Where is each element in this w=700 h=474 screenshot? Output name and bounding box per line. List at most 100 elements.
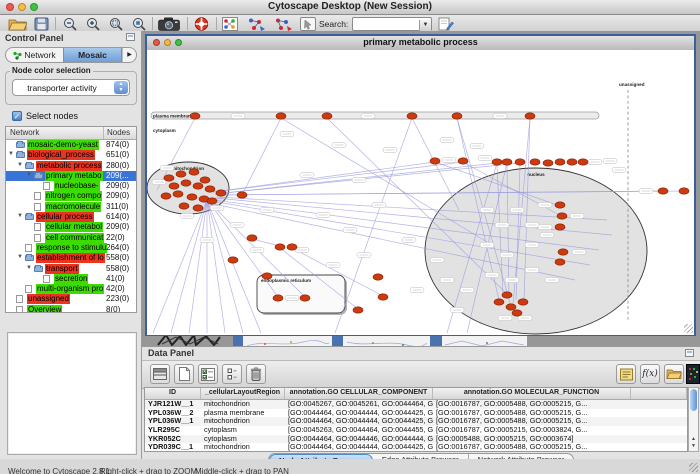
table-cell[interactable]: [GO:0044464, GO:0044444, GO:0044425, G..… — [285, 417, 433, 426]
network-view-titlebar[interactable]: primary metabolic process — [147, 36, 694, 51]
table-cell[interactable]: [GO:0016787, GO:0005488, GO:0005215, G..… — [433, 409, 631, 418]
function-builder-icon[interactable]: f(x) — [640, 364, 660, 384]
network-view-window[interactable]: primary metabolic process plasma membran… — [145, 34, 696, 336]
tree-row[interactable]: Overview8(0) — [6, 305, 136, 313]
search-input[interactable]: ▼ — [352, 17, 432, 31]
vizmapper-icon[interactable] — [222, 17, 238, 31]
select-attributes-icon[interactable] — [150, 364, 170, 384]
color-attribute-dropdown[interactable]: transporter activity ▲▼ — [12, 79, 130, 96]
table-cell[interactable]: mitochondrion — [201, 400, 285, 409]
background-window-fragment[interactable] — [332, 335, 343, 346]
tree-expand-arrow-icon[interactable]: ▼ — [26, 172, 32, 178]
table-cell[interactable]: [GO:0016787, GO:0005488, GO:0005215, G..… — [433, 443, 631, 452]
zoom-in-icon[interactable] — [86, 17, 101, 31]
scrollbar-thumb[interactable] — [690, 389, 697, 411]
tree-row[interactable]: ▼establishment of lo558(0) — [6, 253, 136, 263]
table-row[interactable]: YLR295Ccytoplasm[GO:0045263, GO:0044464,… — [145, 426, 687, 435]
table-row[interactable]: YPL036W__2plasma membrane[GO:0044464, GO… — [145, 409, 687, 418]
table-cell[interactable]: [GO:0016787, GO:0005488, GO:0005215, G..… — [433, 400, 631, 409]
table-column-header[interactable]: annotation.GO MOLECULAR_FUNCTION — [433, 388, 631, 399]
attribute-table-header[interactable]: ID_cellularLayoutRegionannotation.GO CEL… — [145, 388, 687, 400]
tree-row[interactable]: ▼transport558(0) — [6, 264, 136, 274]
save-session-icon[interactable] — [34, 17, 49, 31]
table-cell[interactable]: [GO:0016787, GO:0005488, GO:0005215, G..… — [433, 417, 631, 426]
table-scrollbar[interactable]: ▲▼ — [688, 387, 699, 452]
table-cell[interactable]: YJR121W__1 — [145, 400, 201, 409]
network-canvas[interactable]: plasma membranecytoplasmmitochondrionnuc… — [147, 50, 694, 335]
table-cell[interactable]: YPL036W__2 — [145, 409, 201, 418]
attribute-matrix-icon[interactable] — [686, 364, 700, 384]
table-cell[interactable]: [GO:0045263, GO:0044464, GO:0044455, G..… — [285, 426, 433, 435]
float-panel-icon[interactable] — [126, 33, 135, 41]
view-resize-grip[interactable] — [684, 324, 693, 333]
window-resize-grip[interactable] — [689, 463, 698, 472]
delete-attribute-trash-icon[interactable] — [246, 364, 266, 384]
table-cell[interactable]: [GO:0005488, GO:0005215, GO:0003674] — [433, 435, 631, 444]
table-column-header[interactable]: annotation.GO CELLULAR_COMPONENT — [285, 388, 433, 399]
attribute-table[interactable]: ID_cellularLayoutRegionannotation.GO CEL… — [144, 387, 688, 452]
help-lifering-icon[interactable] — [194, 17, 209, 32]
zoom-fit-icon[interactable] — [132, 17, 147, 31]
table-cell[interactable]: YLR295C — [145, 426, 201, 435]
attribute-editor-icon[interactable] — [438, 17, 454, 31]
label-attribute-icon[interactable] — [616, 364, 636, 384]
background-window-fragment[interactable] — [233, 335, 243, 346]
scrollbar-arrows-icon[interactable]: ▲▼ — [689, 436, 698, 450]
float-panel-icon[interactable] — [685, 349, 694, 357]
tree-row[interactable]: ▼biological_process651(0) — [6, 150, 136, 160]
tree-row[interactable]: unassigned223(0) — [6, 294, 136, 304]
tree-row[interactable]: mosaic-demo-yeast874(0) — [6, 140, 136, 150]
annotation-tool-icon[interactable] — [300, 17, 316, 31]
open-session-icon[interactable] — [8, 17, 27, 31]
table-cell[interactable]: mitochondrion — [201, 417, 285, 426]
table-cell[interactable]: mitochondrion — [201, 443, 285, 452]
table-column-header[interactable] — [631, 388, 687, 399]
search-dropdown-arrow-icon[interactable]: ▼ — [419, 20, 431, 31]
table-cell[interactable]: cytoplasm — [201, 426, 285, 435]
attribute-checklist-icon[interactable] — [198, 364, 218, 384]
table-cell[interactable]: [GO:0044464, GO:0044444, GO:0044425, G..… — [285, 409, 433, 418]
table-cell[interactable]: [GO:0045267, GO:0045261, GO:0044464, G..… — [285, 400, 433, 409]
background-window-fragment[interactable] — [430, 335, 442, 346]
tree-expand-arrow-icon[interactable]: ▼ — [17, 162, 23, 168]
unselect-attributes-icon[interactable] — [222, 364, 242, 384]
select-nodes-checkbox[interactable]: ✓ — [12, 111, 22, 121]
tree-row[interactable]: ▼primary metabo209(... — [6, 171, 136, 181]
tree-expand-arrow-icon[interactable]: ▼ — [17, 213, 23, 219]
tree-expand-arrow-icon[interactable]: ▼ — [8, 151, 14, 157]
import-attributes-folder-icon[interactable] — [664, 364, 684, 384]
tree-row[interactable]: macromolecule311(0) — [6, 202, 136, 212]
tree-expand-arrow-icon[interactable]: ▼ — [17, 254, 23, 260]
table-cell[interactable]: YDR039C__1 — [145, 443, 201, 452]
table-row[interactable]: YDR039C__1mitochondrion[GO:0044464, GO:0… — [145, 443, 687, 452]
tree-row[interactable]: cellular metabol209(0) — [6, 222, 136, 232]
tree-row[interactable]: multi-organism pro42(0) — [6, 284, 136, 294]
tree-row[interactable]: nitrogen compo209(0) — [6, 191, 136, 201]
table-column-header[interactable]: _cellularLayoutRegion — [201, 388, 285, 399]
table-cell[interactable]: [GO:0044464, GO:0044446, GO:0044444, G..… — [285, 435, 433, 444]
tab-overflow-arrow-icon[interactable]: ▶ — [122, 48, 136, 62]
table-cell[interactable]: YPL036W__1 — [145, 417, 201, 426]
table-column-header[interactable]: ID — [145, 388, 201, 399]
tree-row[interactable]: ▼cellular process614(0) — [6, 212, 136, 222]
tree-row[interactable]: ▼metabolic process280(0) — [6, 161, 136, 171]
table-cell[interactable]: [GO:0016787, GO:0005215, GO:0003824, G..… — [433, 426, 631, 435]
tree-row[interactable]: nucleobase-209(0) — [6, 181, 136, 191]
tree-row[interactable]: cell communicat22(0) — [6, 233, 136, 243]
birds-eye-view[interactable] — [7, 332, 137, 455]
table-cell[interactable]: [GO:0044464, GO:0044444, GO:0044425, G..… — [285, 443, 433, 452]
table-cell[interactable]: cytoplasm — [201, 435, 285, 444]
new-attribute-icon[interactable] — [174, 364, 194, 384]
tree-row[interactable]: secretion41(0) — [6, 274, 136, 284]
zoom-out-icon[interactable] — [63, 17, 78, 31]
tab-mosaic[interactable]: Mosaic — [63, 48, 122, 62]
table-cell[interactable]: plasma membrane — [201, 409, 285, 418]
table-cell[interactable]: YKR052C — [145, 435, 201, 444]
zoom-selected-region-icon[interactable] — [109, 17, 124, 31]
table-row[interactable]: YPL036W__1mitochondrion[GO:0044464, GO:0… — [145, 417, 687, 426]
create-network-view-icon[interactable] — [246, 17, 266, 32]
destroy-network-view-icon[interactable] — [273, 17, 293, 32]
snapshot-camera-icon[interactable] — [158, 17, 181, 31]
tree-row[interactable]: response to stimulu264(0) — [6, 243, 136, 253]
table-row[interactable]: YJR121W__1mitochondrion[GO:0045267, GO:0… — [145, 400, 687, 409]
